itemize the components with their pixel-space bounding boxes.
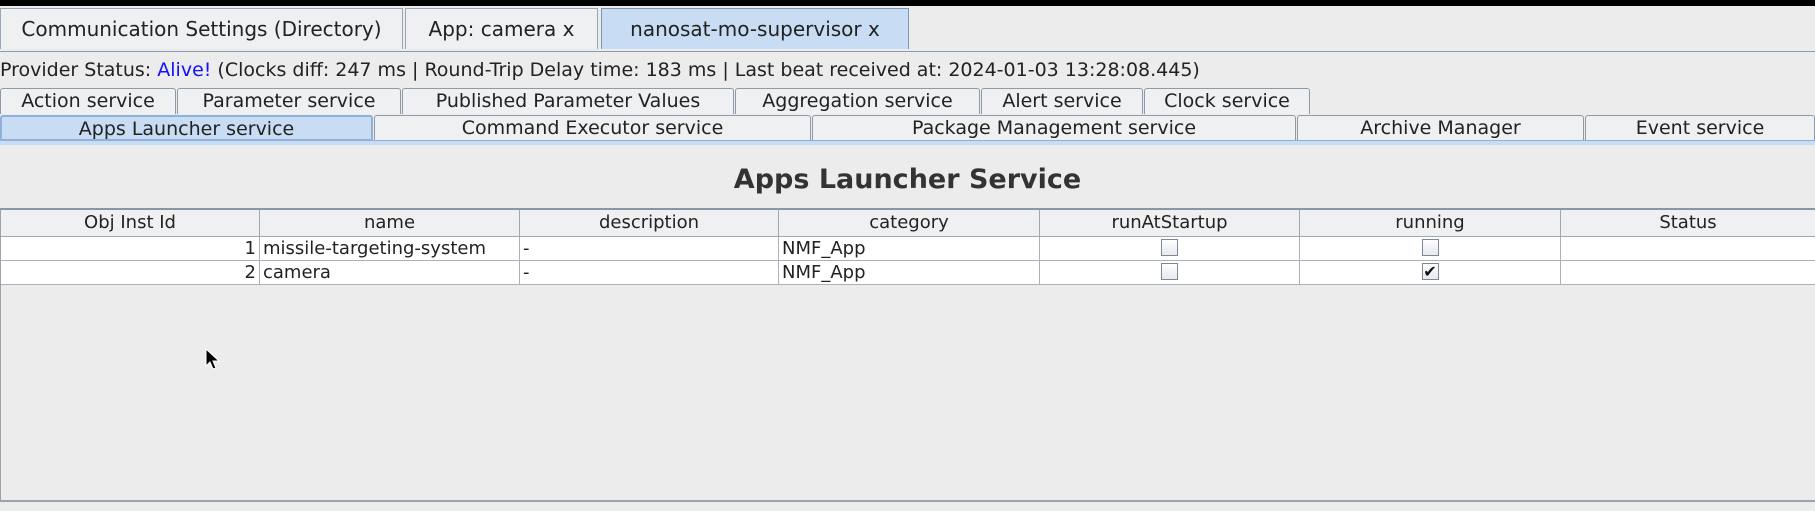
tab-published-parameter-values[interactable]: Published Parameter Values [402,88,734,114]
tab-aggregation-service[interactable]: Aggregation service [735,88,980,114]
tab-apps-launcher-service[interactable]: Apps Launcher service [0,115,373,141]
service-tabs-row-2: Apps Launcher service Command Executor s… [0,115,1815,141]
running-checkbox-2[interactable]: ✔ [1421,263,1439,280]
table-row-2-status[interactable] [1561,261,1815,285]
col-header-category[interactable]: category [779,210,1040,237]
table-row-1-running[interactable] [1300,237,1561,261]
tab-nanosat-mo-supervisor[interactable]: nanosat-mo-supervisor x [601,8,909,49]
run-at-startup-checkbox-2[interactable] [1161,263,1178,280]
table-row-1-description[interactable]: - [520,237,779,261]
table-row-1-name[interactable]: missile-targeting-system [260,237,520,261]
table-row-2-running[interactable]: ✔ [1300,261,1561,285]
run-at-startup-checkbox-1[interactable] [1161,239,1178,256]
provider-status: Provider Status: Alive! (Clocks diff: 24… [0,58,1815,82]
tab-command-executor-service[interactable]: Command Executor service [374,115,811,141]
table-row-2-category[interactable]: NMF_App [779,261,1040,285]
table-row-2-id[interactable]: 2 [1,261,260,285]
running-checkbox-1[interactable] [1421,239,1439,256]
col-header-description[interactable]: description [520,210,779,237]
col-header-name[interactable]: name [260,210,520,237]
top-tab-bar: Communication Settings (Directory) App: … [0,6,1815,52]
table-row-1-category[interactable]: NMF_App [779,237,1040,261]
apps-table[interactable]: Obj Inst Id name description category ru… [0,208,1815,502]
table-row-2-run-at-startup[interactable] [1040,261,1300,285]
tab-action-service[interactable]: Action service [0,88,176,114]
tab-event-service[interactable]: Event service [1585,115,1815,141]
tab-communication-settings[interactable]: Communication Settings (Directory) [0,8,403,49]
col-header-running[interactable]: running [1300,210,1561,237]
tab-content-border [0,140,1815,145]
table-row-1-status[interactable] [1561,237,1815,261]
provider-status-prefix: Provider Status: [0,59,158,81]
tab-alert-service[interactable]: Alert service [981,88,1143,114]
col-header-status[interactable]: Status [1561,210,1815,237]
provider-status-alive: Alive! [157,59,212,81]
tab-clock-service[interactable]: Clock service [1144,88,1310,114]
table-row-2-name[interactable]: camera [260,261,520,285]
tab-package-management-service[interactable]: Package Management service [812,115,1296,141]
table-row-1-run-at-startup[interactable] [1040,237,1300,261]
tab-archive-manager[interactable]: Archive Manager [1297,115,1584,141]
table-row-1-id[interactable]: 1 [1,237,260,261]
tab-app-camera[interactable]: App: camera x [405,8,598,49]
tab-parameter-service[interactable]: Parameter service [177,88,401,114]
service-tabs-row-1: Action service Parameter service Publish… [0,88,1815,114]
col-header-run-at-startup[interactable]: runAtStartup [1040,210,1300,237]
provider-status-details: (Clocks diff: 247 ms | Round-Trip Delay … [211,59,1200,81]
mouse-pointer-icon [205,348,221,370]
panel-title: Apps Launcher Service [733,164,1082,195]
table-row-2-description[interactable]: - [520,261,779,285]
col-header-obj-inst-id[interactable]: Obj Inst Id [1,210,260,237]
